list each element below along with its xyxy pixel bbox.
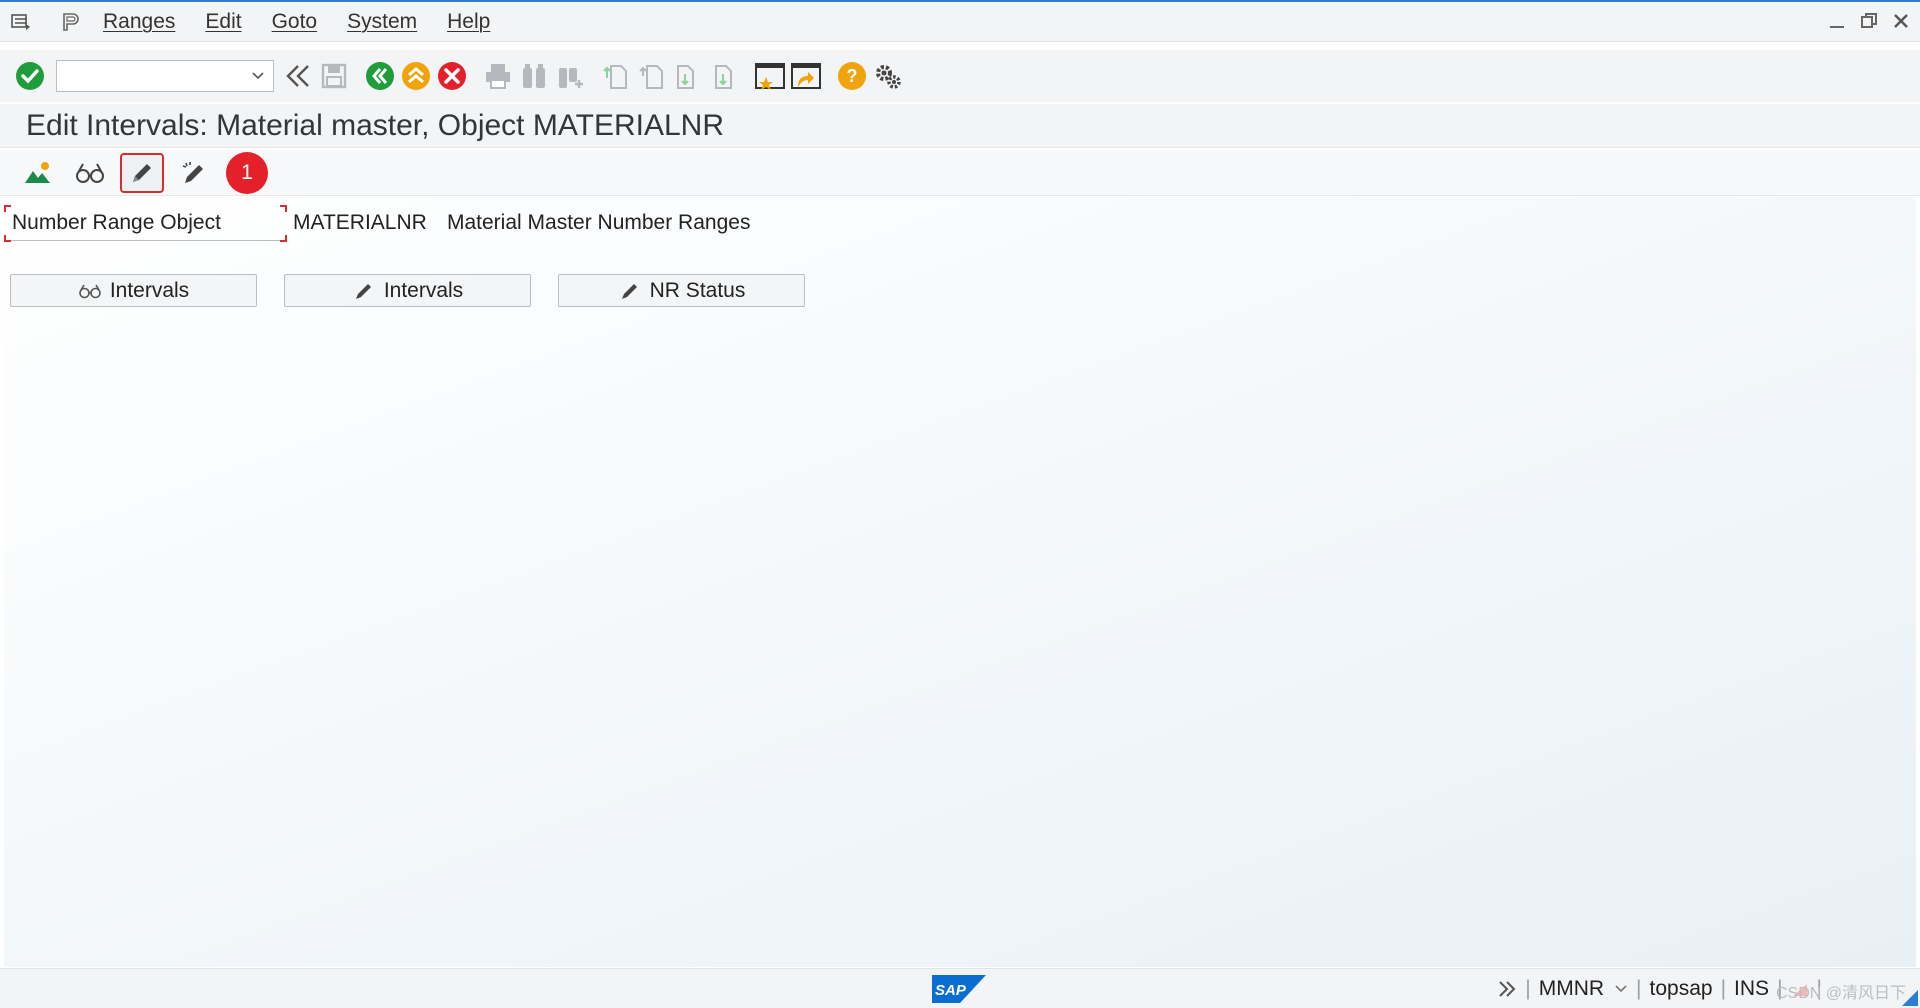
change-intervals-label: Intervals <box>383 278 464 302</box>
sap-p-icon[interactable] <box>60 11 82 33</box>
object-description: Material Master Number Ranges <box>447 211 751 234</box>
nr-status-button[interactable]: NR Status <box>558 274 805 307</box>
save-icon <box>316 58 352 94</box>
menu-help[interactable]: Help <box>432 2 505 42</box>
glasses-icon <box>78 279 102 303</box>
minimize-icon[interactable] <box>1826 10 1848 32</box>
cancel-icon[interactable] <box>434 58 470 94</box>
number-range-object-row: Number Range Object MATERIALNR Material … <box>4 205 751 242</box>
change-intervals-button[interactable]: Intervals <box>284 274 531 307</box>
application-toolbar: 1 <box>0 150 1920 196</box>
command-input[interactable] <box>57 61 237 91</box>
overview-icon[interactable] <box>16 153 60 193</box>
chevron-down-icon[interactable] <box>1614 984 1628 994</box>
close-icon[interactable] <box>1890 10 1912 32</box>
customize-layout-icon[interactable] <box>870 58 906 94</box>
menu-ranges[interactable]: Ranges <box>88 2 190 42</box>
standard-toolbar: ? <box>0 50 1920 102</box>
system-user: topsap <box>1649 977 1713 1000</box>
menu-edit[interactable]: Edit <box>190 2 256 42</box>
object-value: MATERIALNR <box>293 211 427 234</box>
back-double-chevron-icon[interactable] <box>280 58 316 94</box>
insert-mode: INS <box>1734 977 1770 1000</box>
transaction-code: MMNR <box>1538 977 1605 1000</box>
window-controls <box>1826 10 1912 32</box>
content-area: Number Range Object MATERIALNR Material … <box>4 197 1916 967</box>
restore-icon[interactable] <box>1858 10 1880 32</box>
svg-text:SAP: SAP <box>935 982 967 999</box>
next-page-icon <box>670 58 706 94</box>
change-status-icon[interactable] <box>172 153 216 193</box>
title-bar: Edit Intervals: Material master, Object … <box>0 104 1920 148</box>
help-icon[interactable]: ? <box>834 58 870 94</box>
pencil-icon <box>618 279 642 303</box>
previous-page-icon <box>634 58 670 94</box>
menu-goto[interactable]: Goto <box>257 2 333 42</box>
number-range-object-label: Number Range Object <box>12 211 221 234</box>
expand-status-icon[interactable] <box>1497 979 1517 999</box>
change-intervals-icon[interactable] <box>120 152 164 193</box>
chevron-down-icon[interactable] <box>249 67 267 85</box>
action-buttons: Intervals Intervals NR Status <box>10 274 805 307</box>
watermark: CSDN @清风日下 <box>1775 985 1906 1002</box>
create-session-icon[interactable] <box>752 58 788 94</box>
menu-toggle-icon[interactable] <box>10 11 32 33</box>
last-page-icon <box>706 58 742 94</box>
find-next-icon <box>552 58 588 94</box>
menu-bar: Ranges Edit Goto System Help <box>0 2 1920 42</box>
back-icon[interactable] <box>362 58 398 94</box>
find-icon <box>516 58 552 94</box>
display-intervals-label: Intervals <box>109 278 190 302</box>
exit-icon[interactable] <box>398 58 434 94</box>
display-intervals-icon[interactable] <box>68 153 112 193</box>
sap-logo: SAP <box>932 975 986 1003</box>
display-intervals-button[interactable]: Intervals <box>10 274 257 307</box>
first-page-icon <box>598 58 634 94</box>
status-bar: SAP | MMNR | topsap | INS | | CSDN @清风日下 <box>0 968 1920 1008</box>
nr-status-label: NR Status <box>649 278 746 302</box>
resize-grip-icon[interactable] <box>1902 990 1918 1006</box>
page-title: Edit Intervals: Material master, Object … <box>26 109 724 142</box>
menu-system[interactable]: System <box>332 2 432 42</box>
number-range-object-label-box: Number Range Object <box>4 205 287 242</box>
pencil-icon <box>352 279 376 303</box>
command-field[interactable] <box>56 60 274 92</box>
create-shortcut-icon[interactable] <box>788 58 824 94</box>
svg-text:?: ? <box>847 66 858 86</box>
print-icon <box>480 58 516 94</box>
enter-icon[interactable] <box>12 58 48 94</box>
step-badge: 1 <box>226 151 268 194</box>
